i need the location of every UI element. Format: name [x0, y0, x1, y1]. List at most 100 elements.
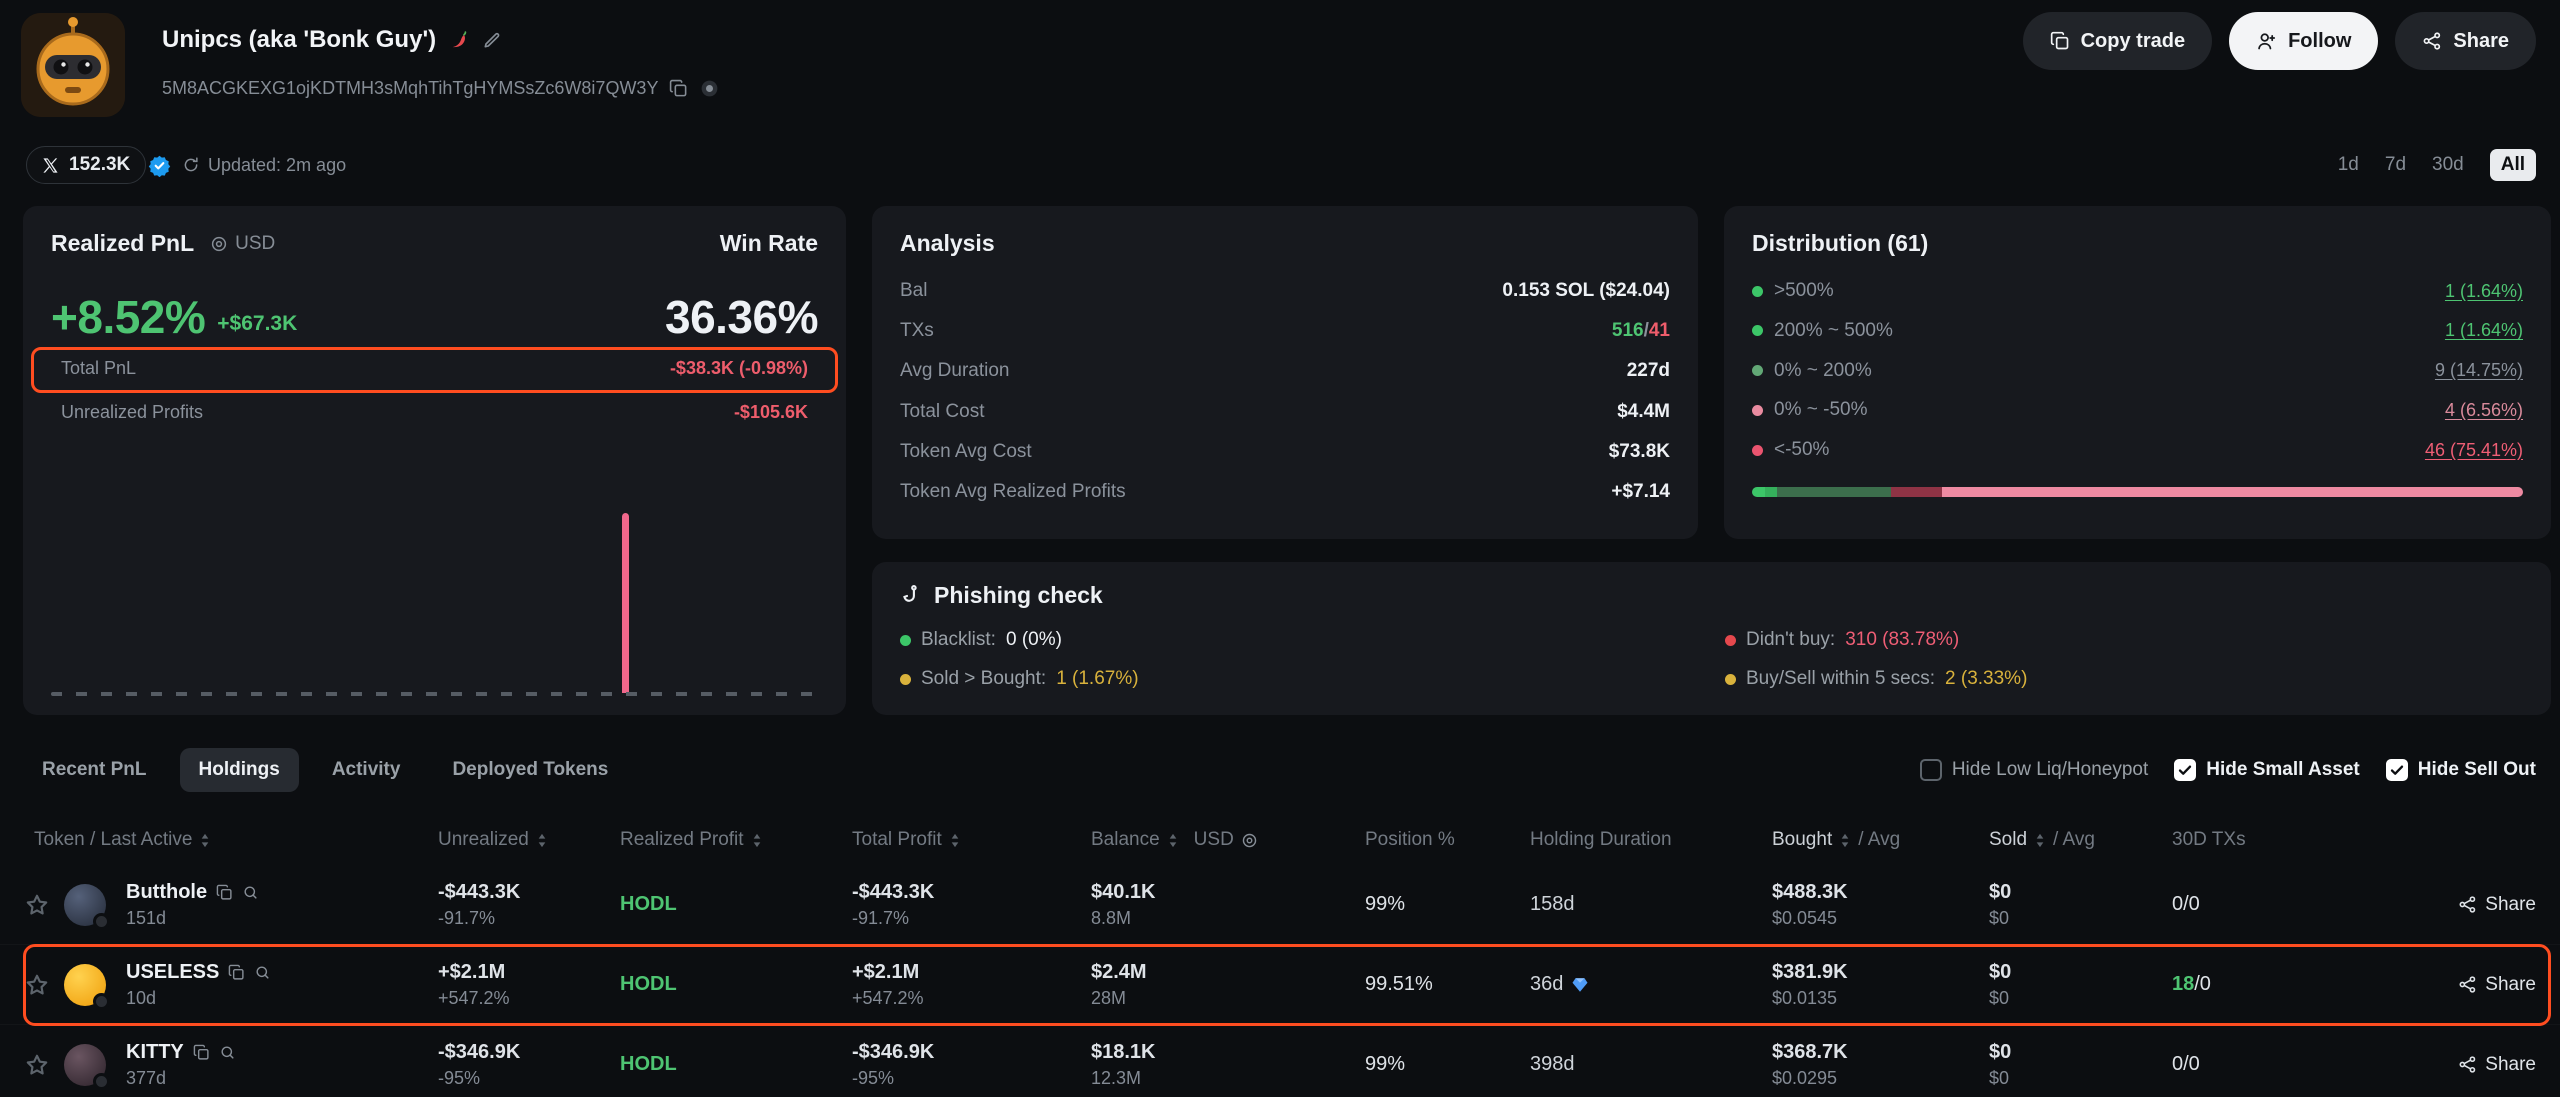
- bar-segment: [1891, 487, 1942, 497]
- sort-icon[interactable]: [2034, 832, 2046, 849]
- tab-holdings[interactable]: Holdings: [180, 748, 299, 792]
- share-row-button[interactable]: Share: [2440, 1054, 2536, 1076]
- unrealized-pct: +547.2%: [438, 988, 620, 1009]
- favorite-star-icon[interactable]: [24, 1052, 50, 1078]
- phishing-item-didnt-buy: Didn't buy: 310 (83.78%): [1725, 628, 2523, 652]
- header-position-pct: Position %: [1365, 829, 1530, 851]
- range-30d[interactable]: 30d: [2432, 154, 2464, 176]
- share-icon: [2458, 975, 2477, 994]
- twitter-followers-pill[interactable]: 152.3K: [26, 146, 146, 184]
- time-range-filter: 1d 7d 30d All: [2338, 147, 2536, 183]
- edit-name-pencil-icon[interactable]: [482, 30, 502, 50]
- distribution-count-link[interactable]: 46 (75.41%): [2425, 440, 2523, 461]
- distribution-count-link[interactable]: 9 (14.75%): [2435, 360, 2523, 381]
- copy-token-icon[interactable]: [216, 884, 233, 901]
- token-name[interactable]: USELESS: [126, 961, 219, 984]
- table-row-butthole[interactable]: Butthole 151d -$443.3K-91.7% HODL -$443.…: [0, 865, 2560, 945]
- distribution-count-link[interactable]: 1 (1.64%): [2445, 281, 2523, 302]
- sold-total: $0: [1989, 1041, 2172, 1064]
- refresh-updated[interactable]: Updated: 2m ago: [182, 150, 346, 180]
- token-name[interactable]: Butthole: [126, 881, 207, 904]
- explorer-badge-icon[interactable]: [699, 78, 720, 99]
- range-1d[interactable]: 1d: [2338, 154, 2359, 176]
- currency-toggle[interactable]: USD: [210, 233, 275, 255]
- chain-badge-icon: [93, 993, 110, 1010]
- txs-30d-sells: /0: [2183, 893, 2200, 915]
- holdings-tabs-bar: Recent PnL Holdings Activity Deployed To…: [23, 745, 2536, 795]
- sold-avg-price: $0: [1989, 1068, 2172, 1089]
- sort-icon[interactable]: [1167, 832, 1179, 849]
- distribution-range-label: 0% ~ 200%: [1774, 360, 1872, 382]
- usd-toggle-label[interactable]: USD: [1194, 829, 1234, 851]
- sort-icon[interactable]: [751, 832, 763, 849]
- total-profit-value: +$2.1M: [852, 961, 1091, 984]
- distribution-count-link[interactable]: 4 (6.56%): [2445, 400, 2523, 421]
- share-row-button[interactable]: Share: [2440, 894, 2536, 916]
- realized-profit-hodl: HODL: [620, 1053, 852, 1076]
- header-realized-profit[interactable]: Realized Profit: [620, 829, 852, 851]
- usd-circle-icon[interactable]: [1241, 832, 1258, 849]
- sort-icon[interactable]: [199, 832, 211, 849]
- sort-icon[interactable]: [536, 832, 548, 849]
- total-pnl-label: Total PnL: [61, 358, 136, 379]
- analysis-row-total-cost: Total Cost $4.4M: [900, 401, 1670, 423]
- search-token-icon[interactable]: [254, 964, 271, 981]
- token-last-active: 151d: [126, 908, 259, 929]
- table-row-useless[interactable]: USELESS 10d +$2.1M+547.2% HODL +$2.1M+54…: [0, 945, 2560, 1025]
- header-sold-avg[interactable]: Sold/ Avg: [1989, 829, 2172, 851]
- copy-trade-button[interactable]: Copy trade: [2023, 12, 2212, 70]
- total-profit-pct: -95%: [852, 1068, 1091, 1089]
- sort-icon[interactable]: [949, 832, 961, 849]
- checkbox-hide-small-asset[interactable]: [2174, 759, 2196, 781]
- search-token-icon[interactable]: [242, 884, 259, 901]
- token-avatar: [64, 884, 106, 926]
- header-bought-avg[interactable]: Bought/ Avg: [1772, 829, 1989, 851]
- range-7d[interactable]: 7d: [2385, 154, 2406, 176]
- filter-hide-sell-out[interactable]: Hide Sell Out: [2386, 759, 2536, 781]
- range-all-active[interactable]: All: [2490, 149, 2536, 181]
- header-balance-usd[interactable]: BalanceUSD: [1091, 829, 1365, 851]
- table-row-kitty[interactable]: KITTY 377d -$346.9K-95% HODL -$346.9K-95…: [0, 1025, 2560, 1097]
- phishing-label: Buy/Sell within 5 secs:: [1746, 668, 1935, 690]
- analysis-row-bal: Bal 0.153 SOL ($24.04): [900, 280, 1670, 302]
- share-row-button[interactable]: Share: [2440, 974, 2536, 996]
- distribution-count-link[interactable]: 1 (1.64%): [2445, 320, 2523, 341]
- chain-badge-icon: [93, 1073, 110, 1090]
- checkbox-hide-sell-out[interactable]: [2386, 759, 2408, 781]
- filter-hide-small-asset[interactable]: Hide Small Asset: [2174, 759, 2359, 781]
- bought-total: $488.3K: [1772, 881, 1989, 904]
- header-unrealized[interactable]: Unrealized: [438, 829, 620, 851]
- share-profile-button[interactable]: Share: [2395, 12, 2536, 70]
- follow-button[interactable]: Follow: [2229, 12, 2378, 70]
- tab-recent-pnl[interactable]: Recent PnL: [23, 748, 166, 792]
- distribution-range-label: 0% ~ -50%: [1774, 399, 1867, 421]
- filter-hide-low-liq[interactable]: Hide Low Liq/Honeypot: [1920, 759, 2148, 781]
- total-profit-pct: +547.2%: [852, 988, 1091, 1009]
- bought-avg-price: $0.0295: [1772, 1068, 1989, 1089]
- checkbox-hide-low-liq[interactable]: [1920, 759, 1942, 781]
- header-token-last-active[interactable]: Token / Last Active: [24, 829, 438, 851]
- txs-30d-buys: 0: [2172, 893, 2183, 915]
- header-total-profit[interactable]: Total Profit: [852, 829, 1091, 851]
- check-icon: [2389, 762, 2405, 778]
- favorite-star-icon[interactable]: [24, 892, 50, 918]
- phishing-item-blacklist: Blacklist: 0 (0%): [900, 628, 1725, 652]
- profile-name: Unipcs (aka 'Bonk Guy'): [162, 26, 436, 54]
- sort-icon[interactable]: [1839, 832, 1851, 849]
- sold-avg-price: $0: [1989, 908, 2172, 929]
- tab-deployed-tokens[interactable]: Deployed Tokens: [433, 748, 627, 792]
- share-row-label: Share: [2485, 974, 2536, 996]
- tab-activity[interactable]: Activity: [313, 748, 420, 792]
- copy-token-icon[interactable]: [193, 1044, 210, 1061]
- wallet-address: 5M8ACGKEXG1ojKDTMH3sMqhTihTgHYMSsZc6W8i7…: [162, 78, 658, 99]
- favorite-star-icon[interactable]: [24, 972, 50, 998]
- phishing-label: Didn't buy:: [1746, 629, 1835, 651]
- search-token-icon[interactable]: [219, 1044, 236, 1061]
- phishing-value: 310 (83.78%): [1845, 629, 1959, 651]
- sold-total: $0: [1989, 961, 2172, 984]
- token-name[interactable]: KITTY: [126, 1041, 184, 1064]
- copy-address-icon[interactable]: [669, 79, 688, 98]
- copy-token-icon[interactable]: [228, 964, 245, 981]
- copy-trade-icon: [2050, 31, 2070, 51]
- token-avatar: [64, 1044, 106, 1086]
